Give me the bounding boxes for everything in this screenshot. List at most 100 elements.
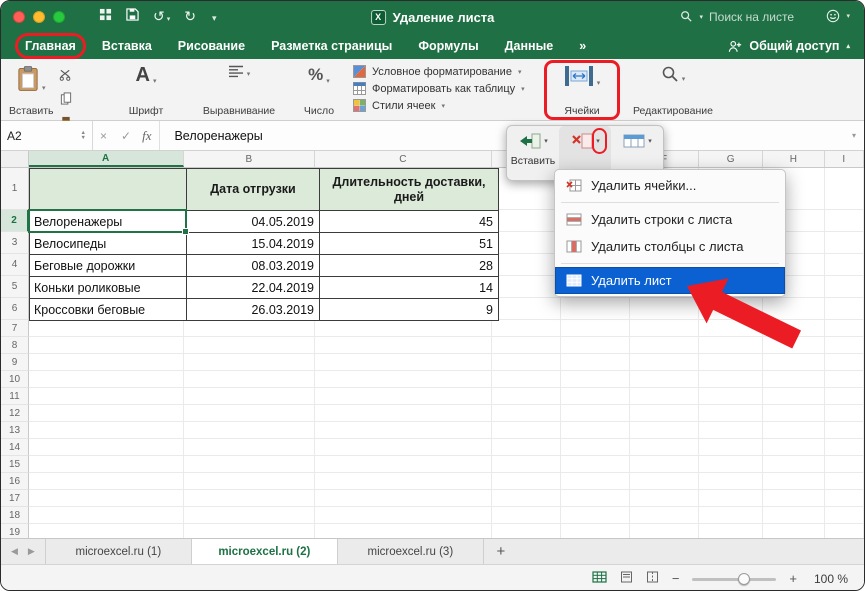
cell-G19[interactable] [699, 524, 763, 538]
cell-A8[interactable] [29, 337, 184, 354]
cell-D4[interactable] [492, 254, 561, 276]
cut-icon[interactable] [59, 68, 72, 86]
cell-D10[interactable] [492, 371, 561, 388]
cell-D12[interactable] [492, 405, 561, 422]
cell-F17[interactable] [630, 490, 699, 507]
cell-G12[interactable] [699, 405, 763, 422]
fullscreen-window-button[interactable] [53, 11, 65, 23]
row-header-2[interactable]: 2 [1, 210, 29, 232]
cell-I11[interactable] [825, 388, 864, 405]
tab-page-layout[interactable]: Разметка страницы [271, 39, 392, 53]
cell-G8[interactable] [699, 337, 763, 354]
menu-item-delete-sheet[interactable]: Удалить лист [555, 267, 785, 294]
cell-A17[interactable] [29, 490, 184, 507]
cell-B13[interactable] [184, 422, 315, 439]
cell-D14[interactable] [492, 439, 561, 456]
cell-D8[interactable] [492, 337, 561, 354]
cell-I7[interactable] [825, 320, 864, 337]
cell-C19[interactable] [315, 524, 492, 538]
cell-B9[interactable] [184, 354, 315, 371]
cell-C17[interactable] [315, 490, 492, 507]
cell-F13[interactable] [630, 422, 699, 439]
cell-F18[interactable] [630, 507, 699, 524]
name-box[interactable]: A2 ▲▼ [1, 121, 93, 150]
cell-F19[interactable] [630, 524, 699, 538]
search-field[interactable]: ▾ Поиск на листе [680, 10, 794, 25]
row-header-19[interactable]: 19 [1, 524, 29, 538]
row-header-17[interactable]: 17 [1, 490, 29, 507]
delete-caret-icon[interactable]: ▾ [596, 137, 600, 145]
zoom-in-button[interactable]: + [789, 571, 797, 586]
cell-I6[interactable] [825, 298, 864, 320]
insert-function-icon[interactable]: fx [142, 128, 151, 144]
cell-E10[interactable] [561, 371, 630, 388]
cell-G9[interactable] [699, 354, 763, 371]
row-header-4[interactable]: 4 [1, 254, 29, 276]
row-header-16[interactable]: 16 [1, 473, 29, 490]
cell-E14[interactable] [561, 439, 630, 456]
cell-C5[interactable]: 14 [320, 277, 499, 299]
cell-H17[interactable] [763, 490, 824, 507]
cell-H9[interactable] [763, 354, 824, 371]
close-window-button[interactable] [13, 11, 25, 23]
cell-E15[interactable] [561, 456, 630, 473]
cell-A18[interactable] [29, 507, 184, 524]
column-header-A[interactable]: A [29, 151, 184, 167]
cell-D2[interactable] [492, 210, 561, 232]
cell-I15[interactable] [825, 456, 864, 473]
row-header-6[interactable]: 6 [1, 298, 29, 320]
normal-view-icon[interactable] [592, 570, 607, 588]
cell-I10[interactable] [825, 371, 864, 388]
cell-D13[interactable] [492, 422, 561, 439]
cell-H7[interactable] [763, 320, 824, 337]
cell-C13[interactable] [315, 422, 492, 439]
cell-I9[interactable] [825, 354, 864, 371]
cell-D15[interactable] [492, 456, 561, 473]
cell-A6[interactable]: Кроссовки беговые [30, 299, 187, 321]
conditional-formatting-button[interactable]: Условное форматирование▾ [353, 65, 525, 78]
column-header-H[interactable]: H [763, 151, 824, 167]
cell-C7[interactable] [315, 320, 492, 337]
zoom-slider[interactable] [692, 572, 776, 586]
cell-A13[interactable] [29, 422, 184, 439]
cell-G11[interactable] [699, 388, 763, 405]
cell-H6[interactable] [763, 298, 824, 320]
cell-I19[interactable] [825, 524, 864, 538]
format-as-table-button[interactable]: Форматировать как таблицу▾ [353, 82, 525, 95]
cell-D9[interactable] [492, 354, 561, 371]
cell-C2[interactable]: 45 [320, 211, 499, 233]
cell-C10[interactable] [315, 371, 492, 388]
cell-E12[interactable] [561, 405, 630, 422]
tab-draw[interactable]: Рисование [178, 39, 245, 53]
cell-B18[interactable] [184, 507, 315, 524]
cell-D18[interactable] [492, 507, 561, 524]
cell-F9[interactable] [630, 354, 699, 371]
prev-sheet-icon[interactable]: ◀ [11, 546, 18, 557]
cell-A9[interactable] [29, 354, 184, 371]
tab-data[interactable]: Данные [505, 39, 554, 53]
cell-B15[interactable] [184, 456, 315, 473]
row-header-15[interactable]: 15 [1, 456, 29, 473]
cell-H14[interactable] [763, 439, 824, 456]
cell-E8[interactable] [561, 337, 630, 354]
row-header-14[interactable]: 14 [1, 439, 29, 456]
cell-I2[interactable] [825, 210, 864, 232]
cell-B5[interactable]: 22.04.2019 [187, 277, 320, 299]
cell-I12[interactable] [825, 405, 864, 422]
cell-C14[interactable] [315, 439, 492, 456]
cell-B17[interactable] [184, 490, 315, 507]
cell-A11[interactable] [29, 388, 184, 405]
cell-B4[interactable]: 08.03.2019 [187, 255, 320, 277]
column-header-C[interactable]: C [315, 151, 492, 167]
copy-icon[interactable] [60, 92, 72, 110]
cell-I13[interactable] [825, 422, 864, 439]
cell-A14[interactable] [29, 439, 184, 456]
cell-E17[interactable] [561, 490, 630, 507]
cell-E6[interactable] [561, 298, 630, 320]
cell-B12[interactable] [184, 405, 315, 422]
menu-item-delete-columns[interactable]: Удалить столбцы с листа [555, 233, 785, 260]
tab-home[interactable]: Главная [25, 39, 76, 53]
cell-B3[interactable]: 15.04.2019 [187, 233, 320, 255]
tab-overflow[interactable]: » [579, 39, 586, 53]
cell-E16[interactable] [561, 473, 630, 490]
